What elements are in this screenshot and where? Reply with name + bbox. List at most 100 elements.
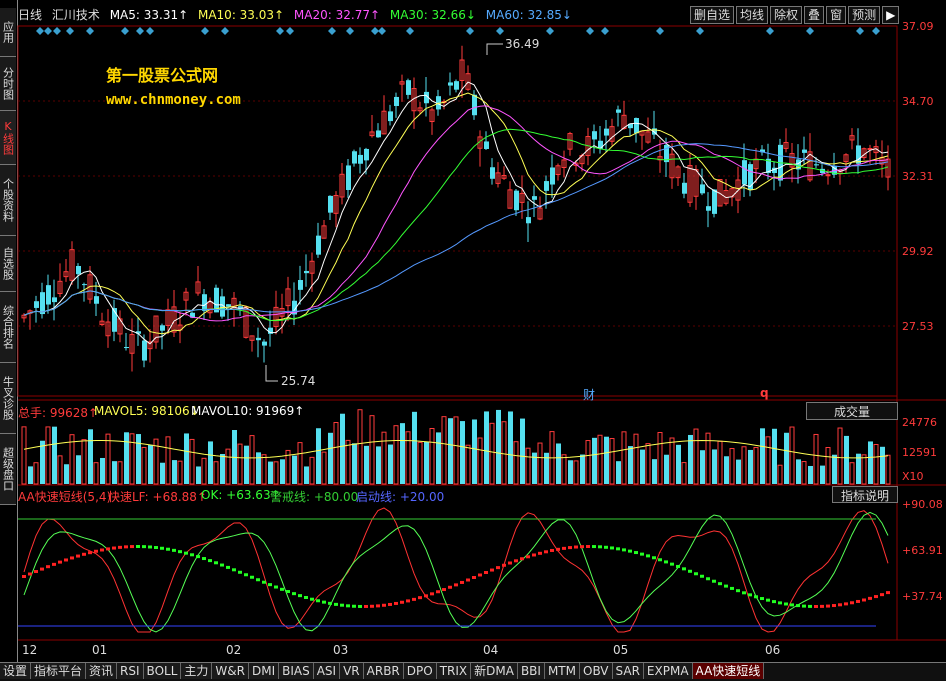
q-marker[interactable]: q bbox=[760, 386, 769, 400]
volume-bar-down bbox=[208, 441, 213, 484]
trend-block bbox=[310, 597, 314, 601]
finance-marker[interactable]: 财 bbox=[583, 386, 595, 403]
tab-expma[interactable]: EXPMA bbox=[643, 663, 693, 679]
tab-obv[interactable]: OBV bbox=[580, 663, 613, 679]
trend-block bbox=[496, 566, 500, 570]
volume-bar-down bbox=[316, 428, 321, 484]
trend-block bbox=[766, 598, 770, 602]
volume-dropdown[interactable]: 成交量 bbox=[806, 402, 898, 420]
volume-bar-down bbox=[124, 432, 129, 484]
trend-block bbox=[394, 601, 398, 605]
volume-bar-down bbox=[604, 436, 609, 484]
signal-diamond bbox=[201, 27, 209, 35]
tab-trix[interactable]: TRIX bbox=[436, 663, 472, 679]
fast-lf-line bbox=[23, 507, 889, 633]
volume-bar-down bbox=[376, 446, 381, 484]
volume-bar-up bbox=[729, 448, 735, 485]
trend-block bbox=[868, 596, 872, 600]
trend-block bbox=[448, 585, 452, 589]
tab-vr[interactable]: VR bbox=[340, 663, 364, 679]
volume-bar-down bbox=[724, 456, 729, 484]
volume-bar-up bbox=[825, 447, 831, 485]
tab-dpo[interactable]: DPO bbox=[403, 663, 437, 679]
tab-wr[interactable]: W&R bbox=[212, 663, 249, 679]
volume-bar-down bbox=[148, 444, 153, 484]
trend-block bbox=[52, 562, 56, 566]
tab-asi[interactable]: ASI bbox=[313, 663, 341, 679]
signal-diamond bbox=[766, 27, 774, 35]
trend-block bbox=[880, 593, 884, 597]
mavol5-value: MAVOL5: 98106↓ bbox=[94, 404, 200, 418]
trend-block bbox=[400, 600, 404, 604]
trend-block bbox=[76, 554, 80, 558]
volume-bar-down bbox=[244, 445, 249, 484]
trend-block bbox=[298, 594, 302, 598]
volume-axis-label: X10 bbox=[902, 470, 924, 483]
trend-block bbox=[130, 545, 134, 549]
watermark-title: 第一股票公式网 bbox=[106, 66, 219, 85]
tab-bbi[interactable]: BBI bbox=[517, 663, 545, 679]
high-marker bbox=[486, 43, 503, 55]
tab-indicator-platform[interactable]: 指标平台 bbox=[31, 663, 87, 679]
volume-bar-up bbox=[861, 454, 867, 485]
trend-block bbox=[616, 547, 620, 551]
trend-block bbox=[472, 575, 476, 579]
tab-bias[interactable]: BIAS bbox=[279, 663, 314, 679]
volume-bar-down bbox=[328, 432, 333, 484]
tab-arbr[interactable]: ARBR bbox=[363, 663, 404, 679]
candle-down bbox=[304, 270, 309, 274]
tab-main-force[interactable]: 主力 bbox=[181, 663, 213, 679]
trend-block bbox=[580, 545, 584, 549]
signal-diamond bbox=[146, 27, 154, 35]
tab-news[interactable]: 资讯 bbox=[86, 663, 118, 679]
trend-block bbox=[346, 604, 350, 608]
volume-bar-up bbox=[225, 448, 231, 485]
indicator-help-button[interactable]: 指标说明 bbox=[832, 486, 898, 503]
indicator-axis-label: +37.74 bbox=[902, 590, 943, 603]
tab-boll[interactable]: BOLL bbox=[143, 663, 182, 679]
tab-aa-fast-short[interactable]: AA快速短线 bbox=[692, 663, 765, 679]
tab-mtm[interactable]: MTM bbox=[544, 663, 580, 679]
candle-down bbox=[40, 292, 45, 315]
volume-bar-down bbox=[304, 466, 309, 484]
volume-bar-up bbox=[621, 431, 627, 485]
volume-bar-down bbox=[652, 459, 657, 484]
volume-bar-up bbox=[837, 427, 843, 485]
candle-down bbox=[742, 160, 747, 185]
trend-block bbox=[88, 551, 92, 555]
trend-block bbox=[28, 572, 32, 576]
trend-block bbox=[772, 600, 776, 604]
low-marker bbox=[265, 365, 278, 382]
candle-down bbox=[394, 96, 399, 107]
volume-bar-down bbox=[484, 411, 489, 484]
tab-rsi[interactable]: RSI bbox=[117, 663, 144, 679]
trend-block bbox=[562, 546, 566, 550]
tab-sar[interactable]: SAR bbox=[612, 663, 644, 679]
signal-diamonds bbox=[36, 27, 880, 35]
trend-block bbox=[304, 595, 308, 599]
trend-block bbox=[712, 579, 716, 583]
volume-total: 总手: 99628↑ bbox=[18, 406, 99, 420]
ma20-line bbox=[23, 105, 889, 322]
volume-bar-down bbox=[628, 446, 633, 484]
trend-block bbox=[268, 583, 272, 587]
volume-bar-up bbox=[765, 436, 771, 485]
volume-bar-up bbox=[237, 443, 243, 485]
volume-bar-up bbox=[561, 454, 567, 485]
volume-bar-down bbox=[184, 433, 189, 484]
volume-bar-up bbox=[33, 462, 39, 485]
signal-diamond bbox=[466, 27, 474, 35]
volume-axis-label: 12591 bbox=[902, 446, 937, 459]
high-price-label: 36.49 bbox=[505, 37, 540, 51]
trend-block bbox=[406, 599, 410, 603]
tab-dmi[interactable]: DMI bbox=[248, 663, 280, 679]
volume-bar-up bbox=[609, 438, 615, 485]
volume-bar-up bbox=[117, 461, 123, 485]
candle-down bbox=[388, 111, 393, 122]
tab-new-dma[interactable]: 新DMA bbox=[471, 663, 518, 679]
trend-block bbox=[148, 545, 152, 549]
price-grid bbox=[18, 100, 897, 327]
tab-settings[interactable]: 设置 bbox=[0, 663, 32, 679]
trend-block bbox=[142, 545, 146, 549]
volume-bar-down bbox=[868, 441, 873, 484]
